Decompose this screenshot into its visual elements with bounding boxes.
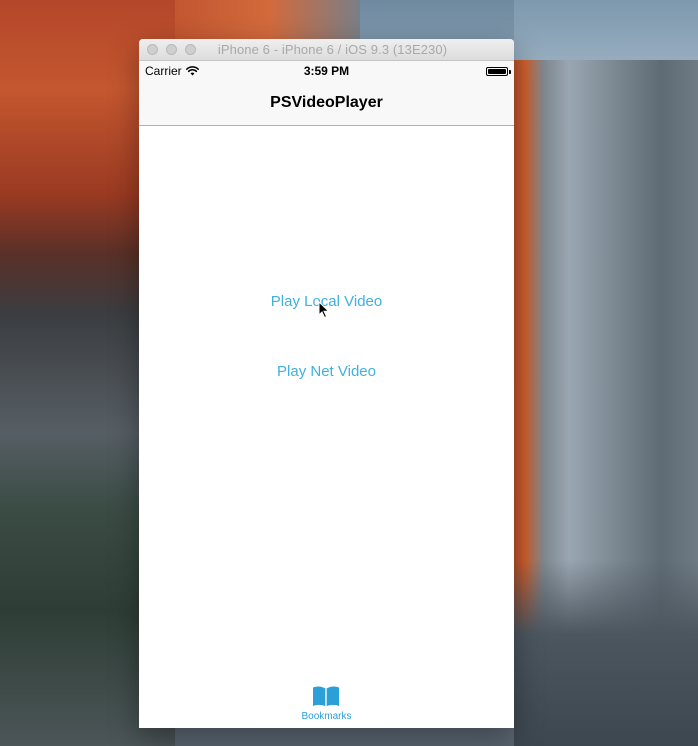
simulator-titlebar[interactable]: iPhone 6 - iPhone 6 / iOS 9.3 (13E230) [139,39,514,61]
nav-title: PSVideoPlayer [270,94,383,111]
bookmarks-icon [312,685,340,707]
main-content: Play Local Video Play Net Video [139,126,514,681]
battery-level-fill [488,69,506,74]
battery-tip [509,70,511,74]
desktop-background: iPhone 6 - iPhone 6 / iOS 9.3 (13E230) C… [0,0,698,746]
tab-bookmarks-label: Bookmarks [301,711,352,722]
battery-icon [486,67,508,76]
tab-bookmarks[interactable]: Bookmarks [301,679,352,728]
wallpaper-cliff-base [514,560,698,746]
simulator-window: iPhone 6 - iPhone 6 / iOS 9.3 (13E230) C… [139,39,514,728]
window-title: iPhone 6 - iPhone 6 / iOS 9.3 (13E230) [217,42,448,57]
navigation-bar: PSVideoPlayer [139,81,514,126]
mouse-pointer-icon [318,300,330,319]
status-time: 3:59 PM [303,64,350,78]
tab-bar: Bookmarks [139,679,514,728]
play-net-video-button[interactable]: Play Net Video [139,363,514,380]
ios-status-bar: Carrier 3:59 PM [139,61,514,81]
